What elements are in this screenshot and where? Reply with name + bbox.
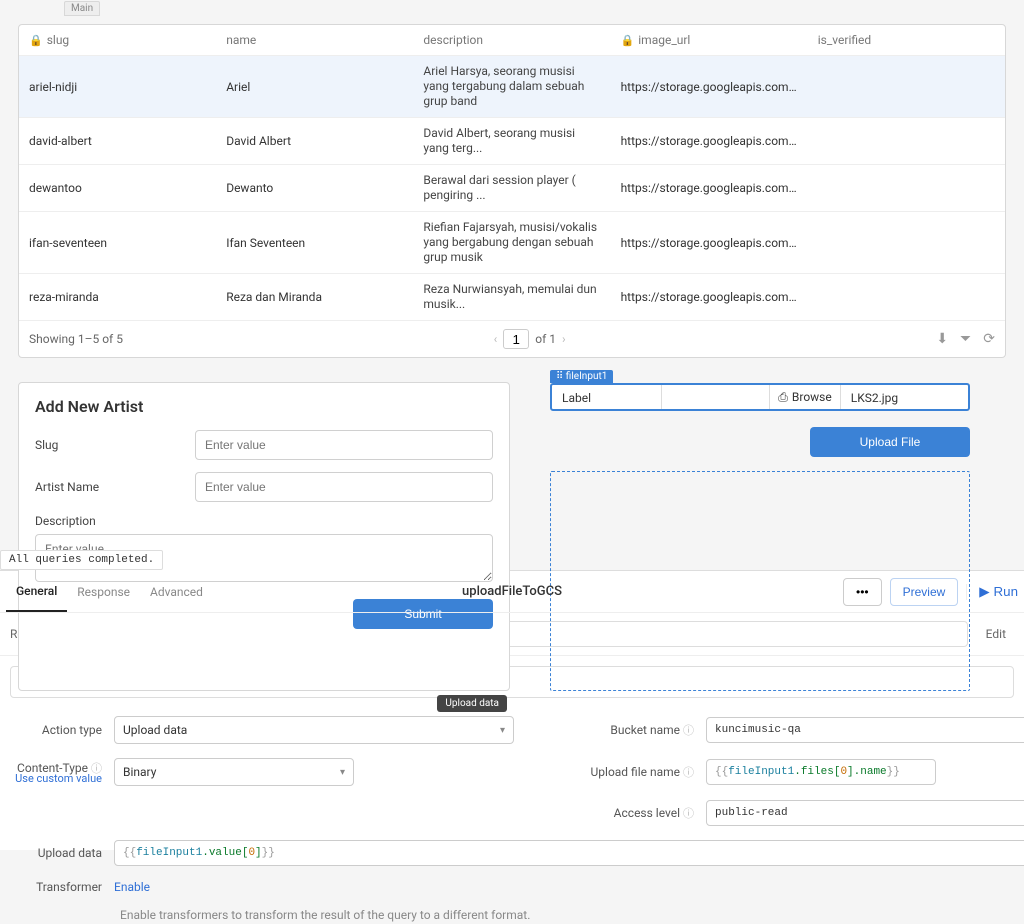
- bucket-input[interactable]: kuncimusic-qa: [706, 717, 1024, 743]
- slug-input[interactable]: [195, 430, 493, 460]
- transformer-enable-link[interactable]: Enable: [114, 880, 150, 894]
- cell-slug: dewantoo: [19, 165, 216, 212]
- tab-general[interactable]: General: [6, 572, 67, 612]
- upload-data-input[interactable]: {{fileInput1.value[0]}}: [114, 840, 1024, 866]
- component-tag[interactable]: ⠿ fileInput1: [550, 370, 613, 383]
- play-icon: ▶: [979, 584, 989, 600]
- transformer-hint: Enable transformers to transform the res…: [0, 908, 1024, 922]
- cell-name: Reza dan Miranda: [216, 274, 413, 321]
- cell-image_url: https://storage.googleapis.com/kuncim...: [611, 165, 808, 212]
- cell-slug: ifan-seventeen: [19, 212, 216, 274]
- form-title: Add New Artist: [35, 397, 493, 416]
- col-image_url[interactable]: 🔒image_url: [611, 25, 808, 56]
- col-name[interactable]: name: [216, 25, 413, 56]
- cell-image_url: https://storage.googleapis.com/kuncim...: [611, 274, 808, 321]
- access-level-label: Access level ⓘ: [562, 805, 702, 821]
- cell-is_verified: [808, 118, 1005, 165]
- fileinput-label: Label: [552, 385, 662, 409]
- chevron-down-icon: ▾: [340, 767, 345, 778]
- col-slug[interactable]: 🔒slug: [19, 25, 216, 56]
- filter-icon[interactable]: ⏷: [960, 331, 971, 347]
- upload-data-label: Upload data: [0, 846, 110, 860]
- desc-label: Description: [35, 514, 493, 528]
- more-button[interactable]: •••: [843, 578, 882, 606]
- run-button[interactable]: ▶ Run: [966, 584, 1018, 600]
- transformer-label: Transformer: [0, 880, 110, 894]
- tab-advanced[interactable]: Advanced: [140, 573, 213, 611]
- chevron-down-icon: ▾: [500, 725, 505, 736]
- slug-label: Slug: [35, 438, 195, 452]
- showing-text: Showing 1–5 of 5: [29, 332, 123, 346]
- table-row[interactable]: reza-mirandaReza dan MirandaReza Nurwian…: [19, 274, 1005, 321]
- pager: ‹ of 1 ›: [494, 329, 566, 349]
- cell-slug: reza-miranda: [19, 274, 216, 321]
- cell-is_verified: [808, 165, 1005, 212]
- cell-image_url: https://storage.googleapis.com/kuncim...: [611, 118, 808, 165]
- content-type-select[interactable]: Binary ▾: [114, 758, 354, 786]
- table-row[interactable]: dewantooDewantoBerawal dari session play…: [19, 165, 1005, 212]
- query-panel: General Response Advanced uploadFileToGC…: [0, 570, 1024, 850]
- table-row[interactable]: ariel-nidjiArielAriel Harsya, seorang mu…: [19, 56, 1005, 118]
- upload-file-button[interactable]: Upload File: [810, 427, 970, 457]
- lock-icon: 🔒: [29, 34, 43, 47]
- prev-page-icon[interactable]: ‹: [494, 332, 498, 346]
- table-row[interactable]: ifan-seventeenIfan SeventeenRiefian Faja…: [19, 212, 1005, 274]
- cell-is_verified: [808, 212, 1005, 274]
- col-is_verified[interactable]: is_verified: [808, 25, 1005, 56]
- cell-image_url: https://storage.googleapis.com/kuncim...: [611, 56, 808, 118]
- add-artist-form: Add New Artist Slug Artist Name Descript…: [18, 382, 510, 691]
- action-type-select[interactable]: Upload data ▾ Upload data: [114, 716, 514, 744]
- tab-response[interactable]: Response: [67, 573, 140, 611]
- file-input-component: Label ⎙ Browse LKS2.jpg: [550, 383, 970, 411]
- artist-name-input[interactable]: [195, 472, 493, 502]
- upload-file-name-input[interactable]: {{fileInput1.files[0].name}}: [706, 759, 936, 785]
- cell-description: Ariel Harsya, seorang musisi yang tergab…: [413, 56, 610, 118]
- upload-file-name-label: Upload file name ⓘ: [562, 764, 702, 780]
- bucket-label: Bucket name ⓘ: [562, 722, 702, 738]
- action-type-tooltip: Upload data: [437, 695, 507, 712]
- cell-description: David Albert, seorang musisi yang terg..…: [413, 118, 610, 165]
- table-footer: Showing 1–5 of 5 ‹ of 1 › ⬇ ⏷ ⟳: [19, 321, 1005, 357]
- cell-name: Dewanto: [216, 165, 413, 212]
- browse-icon: ⎙: [778, 390, 788, 405]
- query-title: uploadFileToGCS: [462, 584, 562, 599]
- status-line: All queries completed.: [0, 550, 163, 570]
- cell-slug: ariel-nidji: [19, 56, 216, 118]
- table-row[interactable]: david-albertDavid AlbertDavid Albert, se…: [19, 118, 1005, 165]
- cell-is_verified: [808, 56, 1005, 118]
- file-area: ⠿ fileInput1 Label ⎙ Browse LKS2.jpg Upl…: [550, 368, 1006, 691]
- canvas-area: Main 🔒slugnamedescription🔒image_urlis_ve…: [0, 0, 1024, 570]
- browse-button[interactable]: ⎙ Browse: [769, 385, 840, 409]
- cell-is_verified: [808, 274, 1005, 321]
- cell-slug: david-albert: [19, 118, 216, 165]
- action-type-label: Action type: [0, 723, 110, 737]
- cell-name: David Albert: [216, 118, 413, 165]
- download-icon[interactable]: ⬇: [936, 331, 948, 347]
- cell-description: Berawal dari session player ( pengiring …: [413, 165, 610, 212]
- cell-image_url: https://storage.googleapis.com/kuncim...: [611, 212, 808, 274]
- col-description[interactable]: description: [413, 25, 610, 56]
- lock-icon: 🔒: [621, 34, 635, 47]
- cell-name: Ariel: [216, 56, 413, 118]
- selected-filename: LKS2.jpg: [841, 385, 968, 409]
- artist-name-label: Artist Name: [35, 480, 195, 494]
- preview-button[interactable]: Preview: [890, 578, 959, 606]
- page-of: of 1: [535, 332, 556, 346]
- use-custom-value-link[interactable]: Use custom value: [0, 772, 110, 785]
- cell-description: Riefian Fajarsyah, musisi/vokalis yang b…: [413, 212, 610, 274]
- page-input[interactable]: [503, 329, 529, 349]
- main-tab[interactable]: Main: [64, 1, 100, 16]
- next-page-icon[interactable]: ›: [562, 332, 566, 346]
- cell-description: Reza Nurwiansyah, memulai dun musik...: [413, 274, 610, 321]
- access-level-input[interactable]: public-read: [706, 800, 1024, 826]
- cell-name: Ifan Seventeen: [216, 212, 413, 274]
- artists-table: 🔒slugnamedescription🔒image_urlis_verifie…: [18, 24, 1006, 358]
- refresh-icon[interactable]: ⟳: [983, 331, 995, 347]
